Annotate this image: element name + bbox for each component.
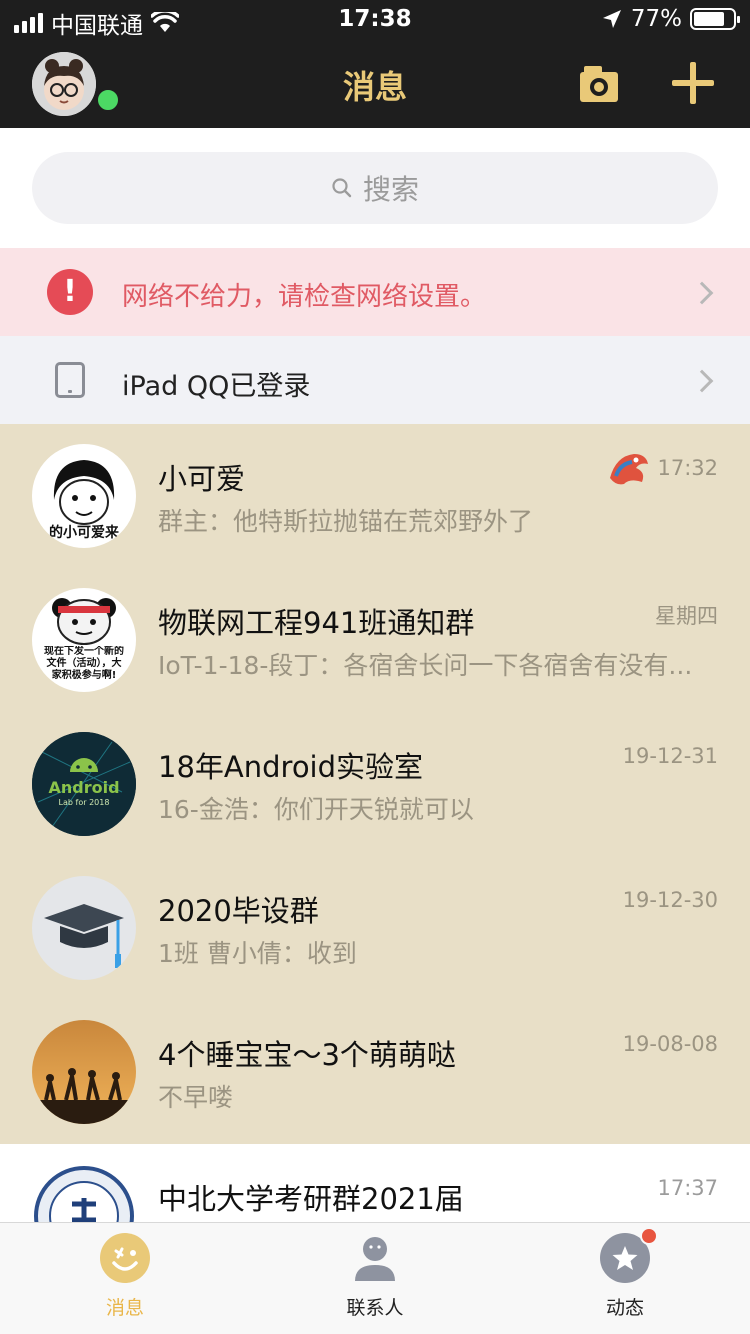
chat-list: 的小可爱来 小可爱 群主：他特斯拉抛锚在荒郊野外了 17:32 现在下发一个新的… [0,424,750,1288]
chat-preview: 群主：他特斯拉抛锚在荒郊野外了 [158,507,534,536]
location-arrow-icon [602,10,621,28]
tab-bar: 消息 联系人 动态 [0,1222,750,1334]
chat-time: 17:37 [657,1176,718,1200]
chat-avatar [32,1020,136,1124]
chat-row-0[interactable]: 的小可爱来 小可爱 群主：他特斯拉抛锚在荒郊野外了 17:32 [0,424,750,568]
tab-label: 消息 [105,1297,144,1319]
search-area: 搜索 [0,128,750,248]
chat-name: 2020毕设群 [158,894,319,928]
chevron-right-icon [690,369,714,393]
contacts-tab-icon [350,1233,400,1283]
chat-preview: 1班 曹小倩：收到 [158,939,357,968]
chat-name: 中北大学考研群2021届 [158,1182,464,1216]
chat-name: 18年Android实验室 [158,750,424,784]
messages-tab-icon [100,1233,150,1283]
tab-messages[interactable]: 消息 [65,1233,185,1320]
search-input[interactable]: 搜索 [32,152,718,224]
chat-time: 星期四 [655,604,718,628]
device-login-text: iPad QQ已登录 [122,371,311,402]
chat-name: 小可爱 [158,462,246,496]
notification-dot [640,1227,658,1245]
status-right: 77% [601,6,740,32]
sunset-photo-icon [32,1020,136,1124]
add-icon[interactable] [672,62,714,104]
battery-percent: 77% [630,6,682,32]
chat-preview: 不早喽 [158,1083,234,1112]
tablet-icon [55,362,85,398]
star-tab-icon [600,1227,658,1283]
chat-avatar: 的小可爱来 [32,444,136,548]
search-icon [332,178,352,198]
chat-preview: 16-金浩：你们开天锐就可以 [158,795,474,824]
chat-row-4[interactable]: 4个睡宝宝～3个萌萌哒 不早喽 19-08-08 [0,1000,750,1144]
network-warning-text: 网络不给力，请检查网络设置。 [122,282,487,312]
alert-icon: ! [47,269,93,315]
avatar-caption: Android [48,778,120,797]
camera-icon[interactable] [580,66,618,102]
chat-name: 物联网工程941班通知群 [158,606,475,640]
chat-name: 4个睡宝宝～3个萌萌哒 [158,1038,456,1072]
chat-row-1[interactable]: 现在下发一个新的文件（活动），大家积极参与啊! 物联网工程941班通知群 IoT… [0,568,750,712]
chat-time: 17:32 [657,456,718,480]
battery-icon [690,8,740,30]
tab-label: 动态 [605,1297,644,1319]
tab-contacts[interactable]: 联系人 [315,1233,435,1320]
chat-preview: IoT-1-18-段丁：各宿舍长问一下各宿舍有没有... [158,651,693,680]
chat-time: 19-08-08 [622,1032,718,1056]
chat-avatar: 现在下发一个新的文件（活动），大家积极参与啊! [32,588,136,692]
search-placeholder: 搜索 [362,173,419,206]
avatar-caption: 的小可爱来 [49,525,119,541]
graduation-cap-icon [32,876,136,980]
avatar-subcaption: Lab for 2018 [58,798,110,807]
page-title: 消息 [342,68,407,106]
chat-row-3[interactable]: 2020毕设群 1班 曹小倩：收到 19-12-30 [0,856,750,1000]
tab-label: 联系人 [346,1297,404,1319]
device-login-banner[interactable]: iPad QQ已登录 [0,336,750,424]
top-bar: 中国联通 17:38 77% 消息 [0,0,750,128]
chat-avatar [32,876,136,980]
avatar-caption: 现在下发一个新的文件（活动），大家积极参与啊! [44,646,124,681]
chat-avatar: Android Lab for 2018 [32,732,136,836]
chat-row-2[interactable]: Android Lab for 2018 18年Android实验室 16-金浩… [0,712,750,856]
chat-time: 19-12-30 [622,888,718,912]
chevron-right-icon [690,281,714,305]
tab-moments[interactable]: 动态 [565,1227,685,1320]
dragon-badge-icon [610,454,648,485]
network-warning-banner[interactable]: ! 网络不给力，请检查网络设置。 [0,248,750,336]
status-bar: 中国联通 17:38 77% [0,0,750,40]
chat-time: 19-12-31 [622,744,718,768]
